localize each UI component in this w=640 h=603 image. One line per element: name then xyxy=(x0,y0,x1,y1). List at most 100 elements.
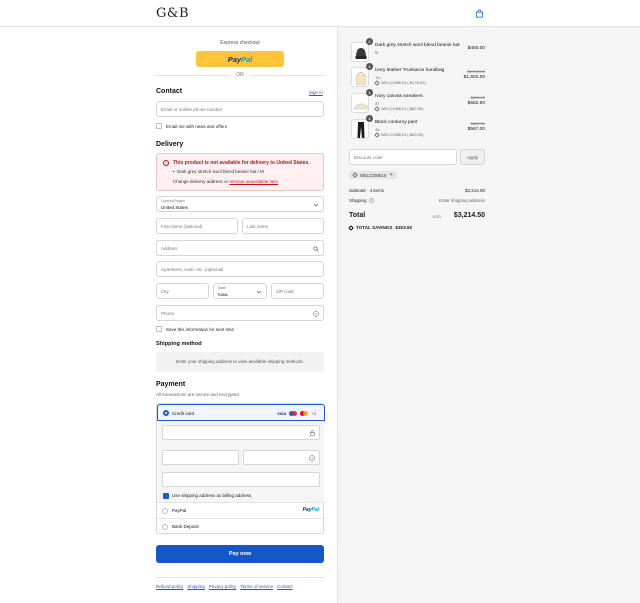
error-title: This product is not available for delive… xyxy=(173,160,310,166)
bank-deposit-radio[interactable] xyxy=(162,524,168,530)
store-logo[interactable]: G&B xyxy=(156,6,189,21)
item-discount-text: WELCOME10 (-$63.00) xyxy=(381,132,424,137)
lock-icon xyxy=(310,430,315,436)
applied-code-chip: WELCOME10 ✕ xyxy=(349,171,398,179)
item-discount: WELCOME10 (-$62.50) xyxy=(374,105,423,112)
item-discount-text: WELCOME10 (-$178.00) xyxy=(381,80,426,85)
shipping-method-note: Enter your shipping address to view avai… xyxy=(156,352,324,372)
savings-value: $303.50 xyxy=(395,225,413,230)
item-price: $567.00 xyxy=(467,127,485,132)
shipping-row: Shipping ? Enter shipping address xyxy=(349,198,485,203)
email-field[interactable]: Email or mobile phone number xyxy=(156,101,324,117)
currency-label: USD xyxy=(432,214,441,219)
quantity-badge: 1 xyxy=(366,38,373,45)
svg-text:?: ? xyxy=(315,312,317,316)
billing-same-label: Use shipping address as billing address xyxy=(172,493,252,498)
product-thumbnail xyxy=(351,42,369,62)
close-icon[interactable]: ✕ xyxy=(389,172,393,178)
chevron-down-icon xyxy=(256,290,262,294)
pay-now-button[interactable]: Pay now xyxy=(156,545,324,563)
refund-policy-link[interactable]: Refund policy xyxy=(156,584,183,589)
phone-field[interactable]: Phone ? xyxy=(156,305,324,321)
card-number-field[interactable] xyxy=(162,425,320,440)
total-savings: TOTAL SAVINGS $303.50 xyxy=(348,224,413,231)
zip-field[interactable]: ZIP code xyxy=(271,283,324,299)
city-placeholder: City xyxy=(161,289,169,294)
paypal-express-button[interactable]: Pay Pal xyxy=(196,51,284,67)
card-cvv-field[interactable]: ? xyxy=(243,450,320,465)
credit-card-radio[interactable] xyxy=(163,410,169,416)
applied-code-label: WELCOME10 xyxy=(360,172,387,178)
shopping-bag-icon[interactable] xyxy=(475,9,484,18)
apply-discount-button[interactable]: Apply xyxy=(460,149,485,165)
tag-icon xyxy=(374,105,380,112)
item-price: $562.50 xyxy=(467,101,485,106)
paypal-logo-pal: Pal xyxy=(241,54,253,64)
credit-card-label: Credit card xyxy=(172,411,195,416)
help-icon[interactable]: ? xyxy=(313,311,319,317)
paypal-option[interactable]: PayPal PayPal xyxy=(157,502,325,518)
news-checkbox-label: Email me with news and offers xyxy=(166,124,227,129)
bank-deposit-label: Bank Deposit xyxy=(172,524,199,529)
order-item: 1 Ivory canvas sneakers 37 WELCOME10 (-$… xyxy=(349,89,485,115)
item-original-price: $630.00 xyxy=(470,121,485,126)
state-select[interactable]: State Iowa xyxy=(213,283,267,299)
chevron-down-icon xyxy=(313,203,319,207)
news-checkbox[interactable] xyxy=(156,123,162,129)
credit-card-option[interactable]: Credit card VISA +3 xyxy=(157,404,325,421)
apartment-field[interactable]: Apartment, suite, etc. (optional) xyxy=(156,261,324,277)
quantity-badge: 1 xyxy=(366,115,373,122)
order-item: 1 Dark grey stretch wool blend beanie ha… xyxy=(349,38,485,64)
paypal-option-label: PayPal xyxy=(172,508,187,513)
shipping-label: Shipping xyxy=(349,198,367,203)
item-price: $493.00 xyxy=(467,46,485,51)
first-name-placeholder: First name (optional) xyxy=(161,224,203,229)
bank-deposit-option[interactable]: Bank Deposit xyxy=(157,518,325,534)
delivery-error-banner: ! This product is not available for deli… xyxy=(156,153,324,191)
terms-link[interactable]: Terms of service xyxy=(240,584,273,589)
contact-link[interactable]: Contact xyxy=(277,584,293,589)
paypal-radio[interactable] xyxy=(162,508,168,514)
item-variant: M xyxy=(375,50,379,55)
sign-in-link[interactable]: Sign in xyxy=(309,90,323,95)
country-select[interactable]: Country/Region United States xyxy=(156,196,324,212)
tag-icon xyxy=(374,79,380,86)
save-info-label: Save this information for next time xyxy=(166,327,235,332)
more-cards-label: +3 xyxy=(311,411,316,416)
item-price: $1,602.00 xyxy=(463,75,485,80)
privacy-policy-link[interactable]: Privacy policy xyxy=(209,584,237,589)
card-name-field[interactable] xyxy=(162,472,320,487)
address-field[interactable]: Address xyxy=(156,240,324,256)
error-icon: ! xyxy=(163,160,169,166)
save-info-checkbox[interactable] xyxy=(156,326,162,332)
first-name-field[interactable]: First name (optional) xyxy=(156,218,238,234)
payment-description: All transactions are secure and encrypte… xyxy=(156,392,241,397)
product-thumbnail xyxy=(351,119,369,139)
item-name: Ivory leather Trunkaroo handbag xyxy=(375,68,445,73)
credit-card-form: ? Use shipping address as billing addres… xyxy=(158,421,324,502)
item-original-price: $625.00 xyxy=(470,95,485,100)
billing-same-checkbox[interactable] xyxy=(163,493,169,499)
shipping-link[interactable]: Shipping xyxy=(187,584,205,589)
last-name-field[interactable]: Last name xyxy=(242,218,324,234)
site-header: G&B xyxy=(0,0,640,27)
address-placeholder: Address xyxy=(161,246,178,251)
visa-icon: VISA xyxy=(277,411,287,416)
card-expiry-field[interactable] xyxy=(162,450,239,465)
paypal-logo: PayPal xyxy=(303,507,319,513)
shipping-value: Enter shipping address xyxy=(438,198,485,203)
discount-placeholder: Discount code xyxy=(354,155,383,160)
savings-label: TOTAL SAVINGS xyxy=(356,225,393,230)
country-label: Country/Region xyxy=(161,199,186,203)
help-icon[interactable]: ? xyxy=(309,455,315,461)
state-label: State xyxy=(218,286,227,290)
city-field[interactable]: City xyxy=(156,283,209,299)
item-name: Dark grey stretch wool blend beanie hat xyxy=(375,43,460,48)
shipping-method-heading: Shipping method xyxy=(156,341,202,347)
state-value: Iowa xyxy=(218,292,228,297)
help-icon[interactable]: ? xyxy=(368,198,374,203)
discount-code-field[interactable]: Discount code xyxy=(349,149,457,165)
quantity-badge: 1 xyxy=(366,63,373,70)
apartment-placeholder: Apartment, suite, etc. (optional) xyxy=(161,267,224,272)
remove-unavailable-link[interactable]: remove unavailable item xyxy=(229,179,278,184)
